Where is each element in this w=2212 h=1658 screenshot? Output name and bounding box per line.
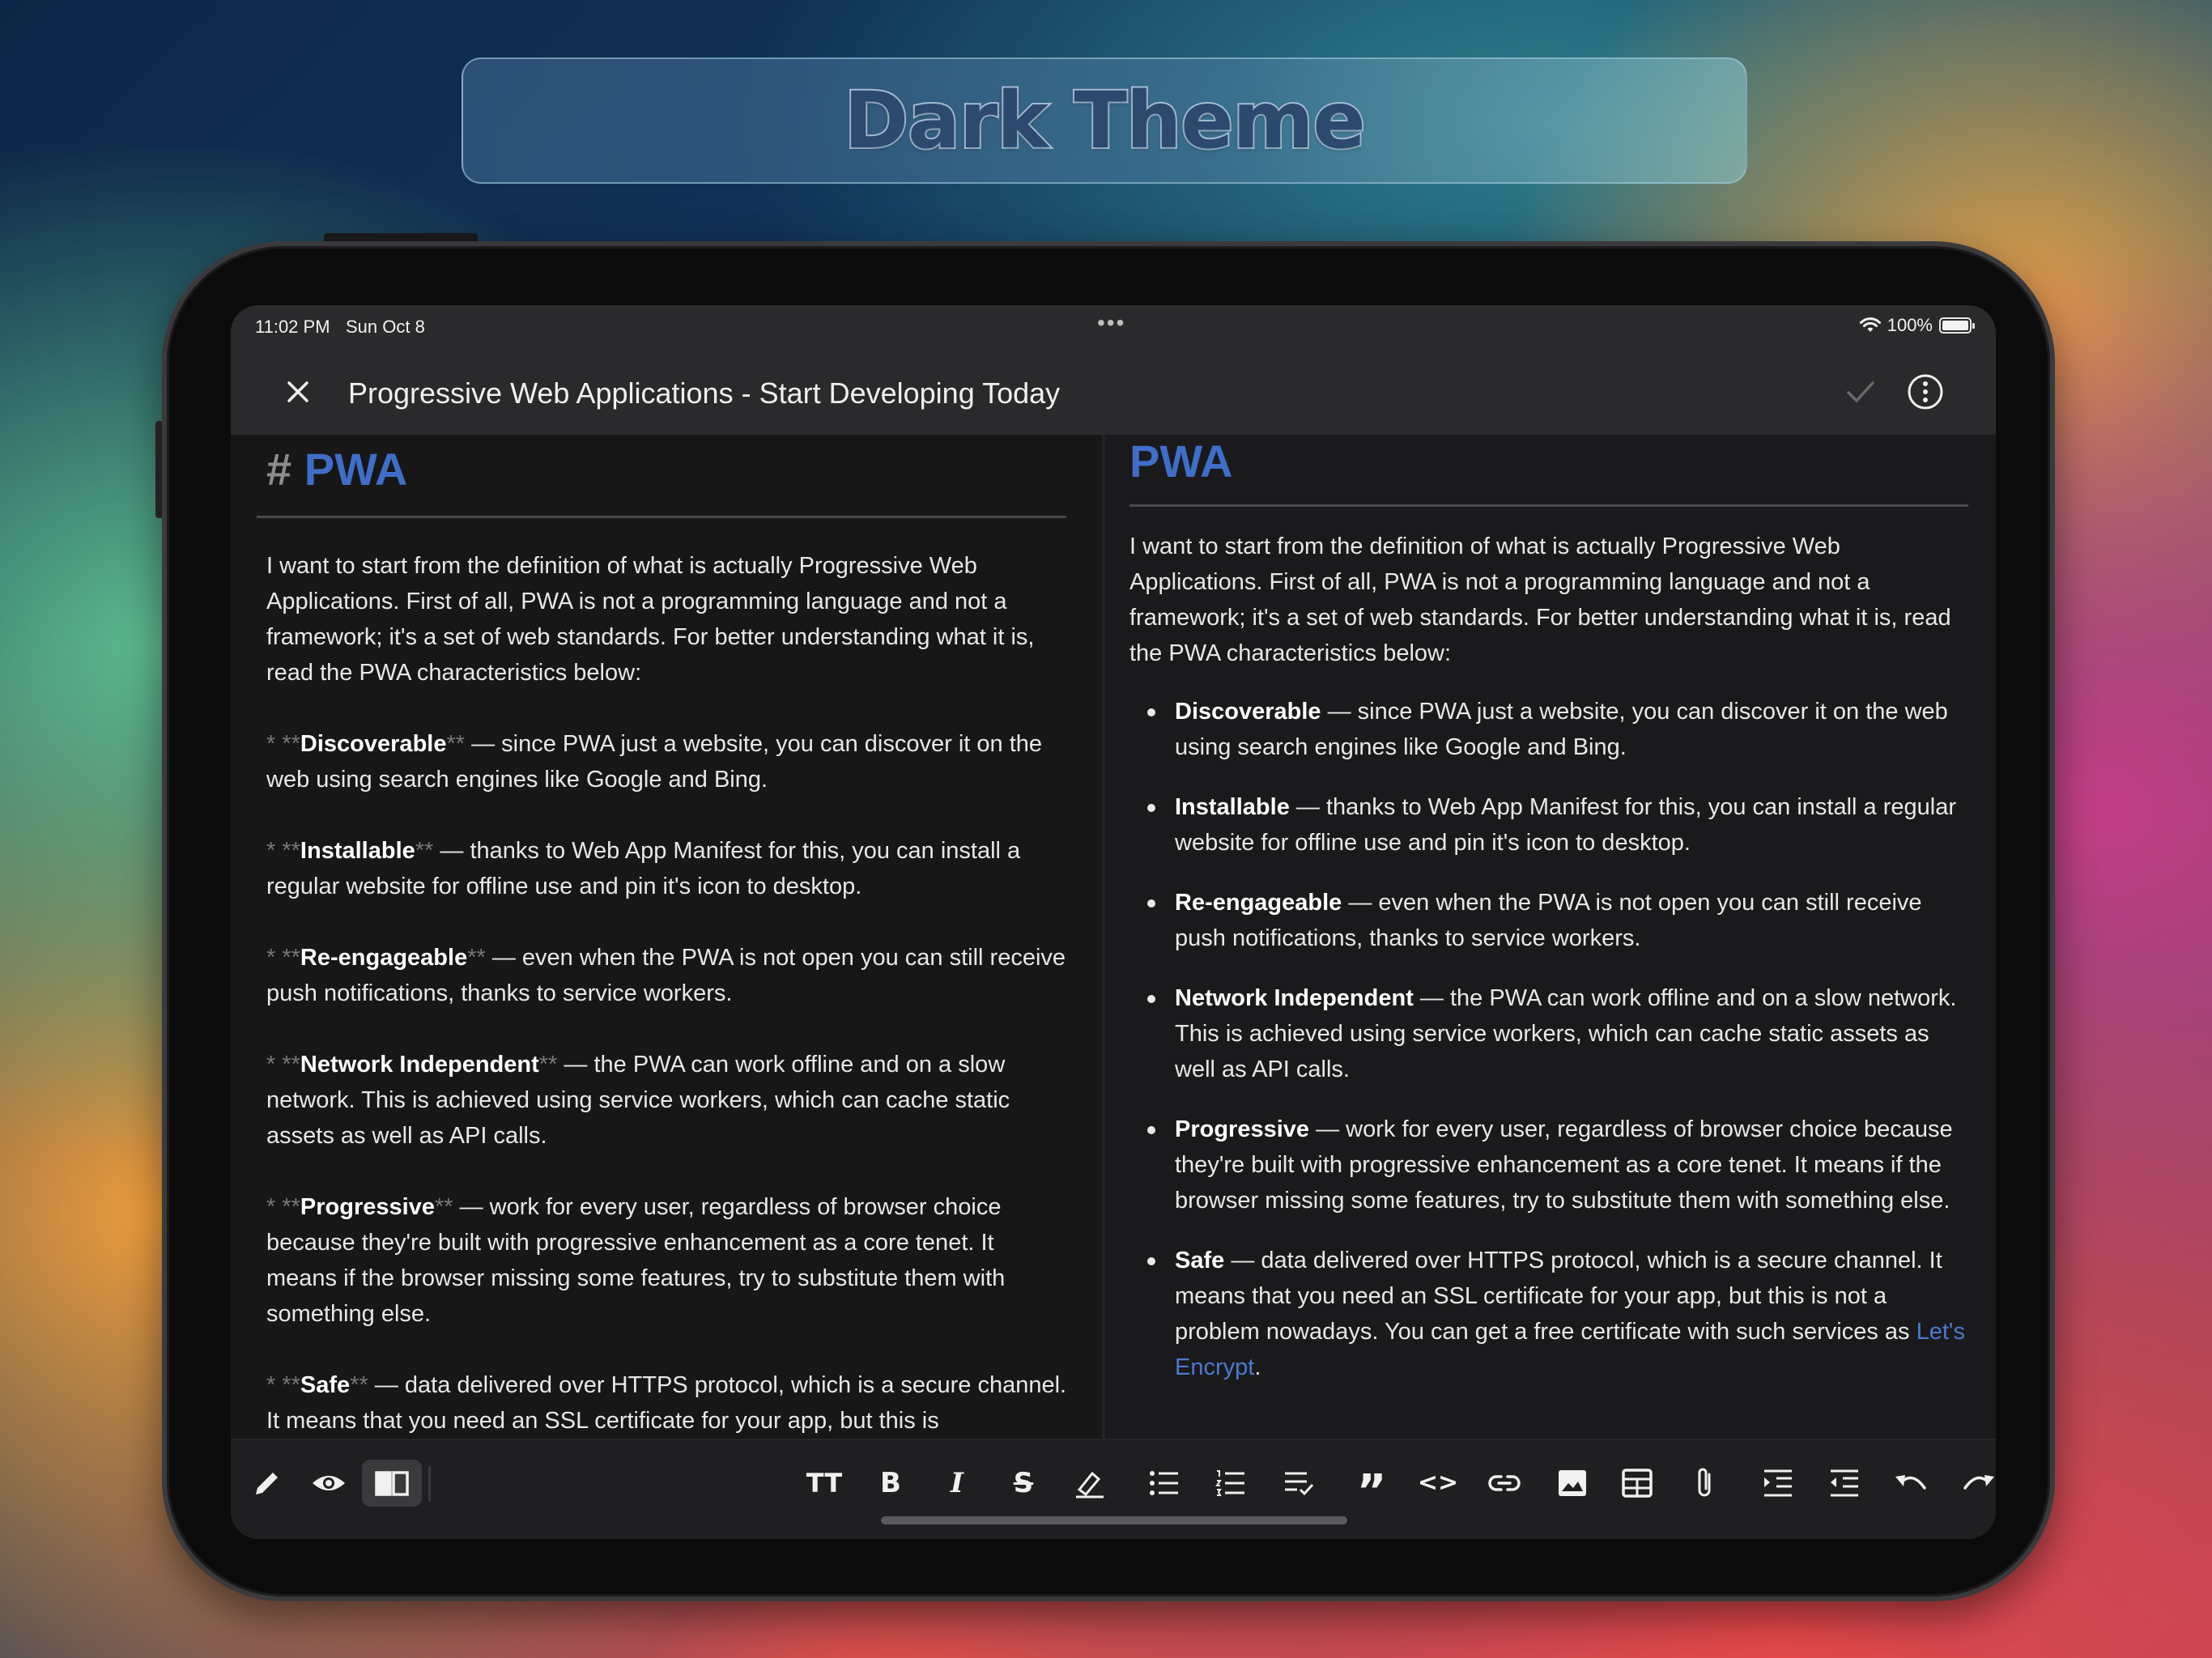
- undo-icon: [1895, 1475, 1926, 1490]
- italic-button[interactable]: I: [932, 1460, 982, 1507]
- edit-mode-button[interactable]: [242, 1460, 292, 1507]
- status-date: Sun Oct 8: [346, 317, 425, 337]
- status-indicators: 100%: [1859, 315, 1975, 336]
- indent-button[interactable]: [1753, 1460, 1803, 1507]
- editor-heading: # PWA: [266, 443, 407, 495]
- preview-mode-button[interactable]: [304, 1460, 354, 1507]
- quote-icon: ”: [1356, 1465, 1387, 1518]
- editor-body: I want to start from the definition of w…: [266, 548, 1068, 1439]
- document-title: Progressive Web Applications - Start Dev…: [348, 376, 1061, 410]
- markdown-preview: PWA I want to start from the definition …: [1105, 435, 1996, 1439]
- bold-button[interactable]: B: [866, 1460, 916, 1507]
- status-time: 11:02 PM: [255, 317, 330, 337]
- editor-heading-rule: [257, 516, 1066, 518]
- highlight-button[interactable]: [1065, 1460, 1115, 1507]
- undo-button[interactable]: [1886, 1460, 1936, 1507]
- book-icon: [375, 1471, 409, 1496]
- status-bar: 11:02 PM Sun Oct 8 ••• 100%: [231, 305, 1996, 349]
- heading-marker: #: [266, 444, 292, 495]
- image-button[interactable]: [1547, 1460, 1597, 1507]
- preview-list-item: Re-engageable — even when the PWA is not…: [1129, 885, 1972, 956]
- preview-heading-rule: [1129, 504, 1968, 507]
- numbered-list-icon: [1215, 1470, 1244, 1496]
- outdent-button[interactable]: [1819, 1460, 1870, 1507]
- text-size-icon: TT: [806, 1468, 843, 1499]
- editor-list-item: * **Progressive** — work for every user,…: [266, 1194, 1006, 1327]
- theme-banner: Dark Theme: [462, 57, 1747, 184]
- editor-list-item: * **Safe** — data delivered over HTTPS p…: [266, 1372, 1067, 1434]
- editor-intro: I want to start from the definition of w…: [266, 553, 1035, 686]
- multitasking-dots-icon[interactable]: •••: [1097, 310, 1125, 336]
- italic-icon: I: [951, 1467, 963, 1499]
- attachment-icon: [1698, 1468, 1711, 1497]
- editor-list-item: * **Installable** — thanks to Web App Ma…: [266, 838, 1021, 899]
- highlighter-icon: [1076, 1471, 1104, 1499]
- more-options-button[interactable]: [1905, 372, 1946, 412]
- indent-icon: [1764, 1469, 1792, 1497]
- battery-icon: [1939, 317, 1975, 334]
- toolbar-separator: [428, 1466, 431, 1502]
- strikethrough-button[interactable]: S: [998, 1460, 1049, 1507]
- preview-list-item: Safe — data delivered over HTTPS protoco…: [1129, 1243, 1972, 1385]
- editor-list-item: * **Discoverable** — since PWA just a we…: [266, 731, 1043, 793]
- tablet-device: 11:02 PM Sun Oct 8 ••• 100% Progressive …: [162, 241, 2055, 1601]
- code-button[interactable]: <>: [1413, 1460, 1463, 1507]
- pencil-icon: [256, 1473, 278, 1494]
- split-mode-button[interactable]: [362, 1460, 422, 1507]
- editor-list-item: * **Re-engageable** — even when the PWA …: [266, 945, 1066, 1006]
- preview-heading: PWA: [1129, 436, 1233, 487]
- outdent-icon: [1831, 1469, 1858, 1497]
- done-button[interactable]: [1842, 373, 1879, 410]
- app-screen: 11:02 PM Sun Oct 8 ••• 100% Progressive …: [231, 305, 1996, 1539]
- wifi-icon: [1859, 317, 1881, 332]
- close-icon: [287, 381, 308, 402]
- bulleted-list-icon: [1150, 1471, 1178, 1495]
- home-indicator[interactable]: [881, 1516, 1347, 1524]
- attachment-button[interactable]: [1680, 1460, 1730, 1507]
- preview-list-item: Installable — thanks to Web App Manifest…: [1129, 789, 1972, 861]
- redo-icon: [1963, 1475, 1994, 1490]
- checkmark-icon: [1847, 381, 1874, 402]
- link-button[interactable]: [1479, 1460, 1529, 1507]
- table-button[interactable]: [1612, 1460, 1662, 1507]
- more-vertical-icon: [1908, 374, 1943, 410]
- link-icon: [1488, 1475, 1521, 1491]
- table-icon: [1622, 1469, 1653, 1498]
- editor-heading-text: PWA: [304, 444, 408, 495]
- checklist-icon: [1285, 1472, 1314, 1496]
- text-size-button[interactable]: TT: [799, 1460, 849, 1507]
- checklist-button[interactable]: [1274, 1460, 1324, 1507]
- battery-fill: [1942, 321, 1968, 330]
- preview-list-item: Network Independent — the PWA can work o…: [1129, 980, 1972, 1087]
- bold-icon: B: [880, 1467, 901, 1499]
- battery-percent: 100%: [1887, 315, 1933, 335]
- preview-intro: I want to start from the definition of w…: [1129, 534, 1951, 666]
- preview-list-item: Discoverable — since PWA just a website,…: [1129, 694, 1972, 765]
- preview-list: Discoverable — since PWA just a website,…: [1129, 694, 1972, 1385]
- document-header: Progressive Web Applications - Start Dev…: [231, 349, 1996, 435]
- numbered-list-button[interactable]: [1206, 1460, 1256, 1507]
- code-icon: <>: [1417, 1469, 1459, 1497]
- image-icon: [1559, 1470, 1586, 1496]
- banner-title: Dark Theme: [842, 74, 1367, 168]
- markdown-editor[interactable]: # PWA I want to start from the definitio…: [231, 435, 1102, 1439]
- preview-body: I want to start from the definition of w…: [1129, 529, 1972, 1409]
- editor-list-item: * **Network Independent** — the PWA can …: [266, 1052, 1010, 1149]
- strikethrough-icon: S: [1013, 1467, 1034, 1499]
- close-button[interactable]: [279, 373, 317, 410]
- quote-button[interactable]: ”: [1346, 1460, 1397, 1515]
- redo-button[interactable]: [1954, 1460, 1996, 1507]
- bulleted-list-button[interactable]: [1139, 1460, 1189, 1507]
- preview-list-item: Progressive — work for every user, regar…: [1129, 1112, 1972, 1218]
- eye-icon: [313, 1476, 345, 1490]
